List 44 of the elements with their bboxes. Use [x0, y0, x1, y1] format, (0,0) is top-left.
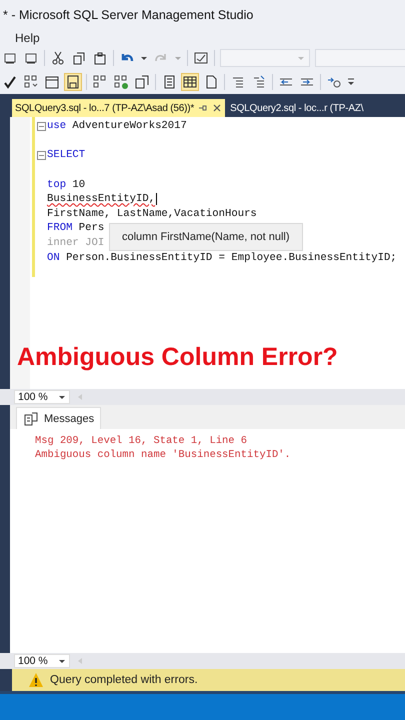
messages-tab[interactable]: Messages: [16, 407, 102, 429]
code-line: use AdventureWorks2017: [47, 120, 187, 132]
code-line: BusinessEntityID,: [47, 193, 156, 206]
error-message: Ambiguous column name 'BusinessEntityID'.: [35, 448, 292, 462]
cut-icon[interactable]: [50, 50, 66, 66]
code-line: FirstName, LastName,VacationHours: [47, 208, 257, 220]
caret-icon: [58, 657, 66, 665]
window-title: * - Microsoft SQL Server Management Studio: [3, 8, 254, 22]
code-line: SELECT: [47, 149, 86, 162]
messages-icon: [23, 410, 39, 426]
zoom-dropdown[interactable]: 100 %: [14, 390, 70, 404]
overflow-icon[interactable]: [347, 78, 355, 86]
query-plan-icon[interactable]: [23, 74, 39, 90]
code-line: top 10: [47, 178, 86, 191]
zoom-dropdown[interactable]: 100 %: [14, 654, 70, 668]
document-tab[interactable]: SQLQuery2.sql - loc...r (TP-AZ\: [227, 99, 366, 117]
close-icon[interactable]: [212, 103, 222, 113]
pin-icon[interactable]: [198, 103, 208, 113]
save-icon[interactable]: [65, 74, 81, 90]
document-tab[interactable]: SQLQuery3.sql - lo...7 (TP-AZ\Asad (56))*: [12, 99, 226, 117]
code-line: inner JOI: [47, 237, 104, 250]
collapse-icon[interactable]: [37, 122, 46, 131]
caret-icon: [297, 54, 305, 62]
status-text: Query completed with errors.: [50, 674, 198, 686]
query-plan-icon[interactable]: [113, 74, 129, 90]
code-line: ON Person.BusinessEntityID = Employee.BusinessEntityID;: [47, 252, 397, 264]
caption: Ambiguous Column Error?: [17, 342, 339, 372]
window-icon[interactable]: [44, 74, 60, 90]
check-icon[interactable]: [2, 74, 18, 90]
caret-icon: [58, 393, 66, 401]
collapse-icon[interactable]: [37, 150, 46, 160]
query-plan-icon[interactable]: [92, 74, 108, 90]
error-message: Msg 209, Level 16, State 1, Line 6: [35, 434, 248, 448]
paste-icon[interactable]: [92, 50, 108, 66]
menu-item[interactable]: Help: [15, 31, 40, 45]
grid-results-icon[interactable]: [182, 74, 198, 90]
text-field[interactable]: [315, 49, 405, 67]
uncomment-icon[interactable]: [251, 74, 267, 90]
statistics-icon[interactable]: [134, 74, 150, 90]
code-line: FROM Pers: [47, 222, 104, 234]
tooltip: column FirstName(Name, not null): [109, 223, 302, 251]
warning-icon: [28, 672, 44, 688]
caret-icon[interactable]: [140, 54, 148, 62]
copy-icon[interactable]: [71, 50, 87, 66]
